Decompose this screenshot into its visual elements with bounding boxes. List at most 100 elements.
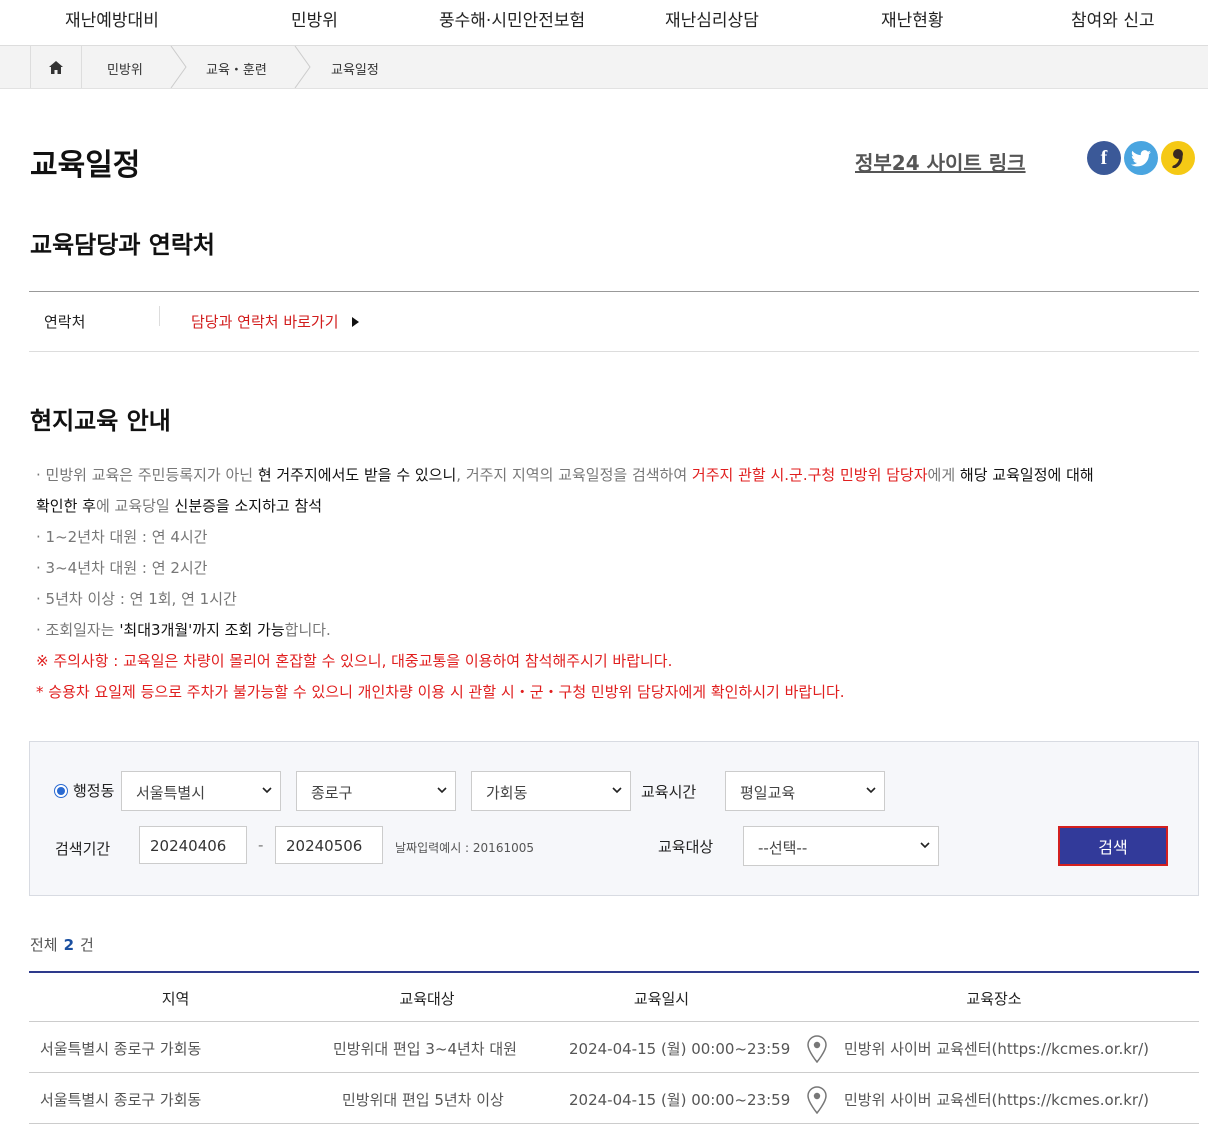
contact-section-heading: 교육담당과 연락처 [30,231,215,259]
breadcrumb-item-schedule: 교육일정 [331,63,379,78]
chevron-down-icon [920,842,930,849]
notice-text: · 조회일자는 [36,621,120,639]
notice-item-5: · 조회일자는 '최대3개월'까지 조회 가능합니다. [36,615,1186,646]
radio-label: 행정동 [73,782,115,800]
notice-highlight: 거주지 관할 시.군.구청 민방위 담당자 [691,466,928,484]
contact-label: 연락처 [44,313,86,331]
notice-text: 합니다. [284,621,331,639]
region-type-radio[interactable] [54,784,68,798]
contact-link-text: 담당과 연락처 바로가기 [191,313,339,331]
cell-region: 서울특별시 종로구 가회동 [40,1040,202,1058]
notice-item-1-cont: 확인한 후에 교육당일 신분증을 소지하고 참석 [36,491,1186,522]
search-button[interactable]: 검색 [1058,826,1168,866]
total-count: 2 [63,936,75,954]
target-value: --선택-- [758,839,808,857]
total-label: 전체 [30,936,58,954]
education-target-select[interactable]: --선택-- [743,826,939,866]
notice-text: 에 교육당일 [95,497,175,515]
chevron-down-icon [437,787,447,794]
contact-table: 연락처 담당과 연락처 바로가기 [29,291,1199,352]
twitter-share-button[interactable] [1124,141,1158,175]
gov24-link[interactable]: 정부24 사이트 링크 [855,147,1026,176]
top-navigation: 재난예방대비 민방위 풍수해·시민안전보험 재난심리상담 재난현황 참여와 신고 [0,0,1208,46]
date-to-input[interactable]: 20240506 [275,826,383,864]
header-target: 교육대상 [399,990,455,1008]
nav-item-disaster-prevention[interactable]: 재난예방대비 [65,6,159,31]
date-hint: 날짜입력예시 : 20161005 [395,841,534,855]
notice-emphasis: 현 거주지에서도 받을 수 있으니 [257,466,457,484]
notice-list: · 민방위 교육은 주민등록지가 아닌 현 거주지에서도 받을 수 있으니, 거… [36,460,1186,708]
cell-target: 민방위대 편입 5년차 이상 [342,1091,504,1109]
nav-item-disaster-counseling[interactable]: 재난심리상담 [665,6,759,31]
nav-item-disaster-status[interactable]: 재난현황 [881,6,944,31]
nav-item-civil-defense[interactable]: 민방위 [291,6,338,31]
notice-emphasis: '최대3개월'까지 조회 가능 [119,621,285,639]
date-separator: - [258,836,264,854]
notice-emphasis: 신분증을 소지하고 참석 [174,497,323,515]
target-label: 교육대상 [658,838,714,856]
breadcrumb-item-education[interactable]: 교육・훈련 [206,59,267,78]
notice-warning-2: * 승용차 요일제 등으로 주차가 불가능할 수 있으니 개인차량 이용 시 관… [36,683,845,701]
breadcrumb-separator-icon [170,46,187,88]
total-unit: 건 [80,936,94,954]
triangle-right-icon [352,317,360,327]
results-table: 지역 교육대상 교육일시 교육장소 서울특별시 종로구 가회동 민방위대 편입 … [29,971,1199,1124]
notice-item-2: · 1~2년차 대원 : 연 4시간 [36,528,208,546]
cell-datetime: 2024-04-15 (월) 00:00~23:59 [569,1040,791,1058]
notice-emphasis: 해당 교육일정 [959,466,1048,484]
period-label: 검색기간 [55,840,111,858]
chevron-down-icon [262,787,272,794]
dong-value: 가회동 [486,784,528,802]
date-from-input[interactable]: 20240406 [139,826,247,864]
education-time-select[interactable]: 평일교육 [725,771,885,811]
sigungu-value: 종로구 [311,784,353,802]
search-form: 행정동 서울특별시 종로구 가회동 교육시간 평일교육 검색기간 2024040… [29,741,1199,896]
result-count: 전체 2 건 [30,934,94,955]
kakaostory-share-button[interactable] [1161,141,1195,175]
kakaostory-icon [1172,149,1183,168]
table-row[interactable]: 서울특별시 종로구 가회동 민방위대 편입 5년차 이상 2024-04-15 … [29,1073,1199,1124]
notice-item-1: · 민방위 교육은 주민등록지가 아닌 현 거주지에서도 받을 수 있으니, 거… [36,460,1186,491]
notice-section-heading: 현지교육 안내 [30,407,171,435]
time-value: 평일교육 [740,784,796,802]
nav-item-storm-insurance[interactable]: 풍수해·시민안전보험 [439,6,585,31]
home-icon [49,60,63,74]
notice-item-4: · 5년차 이상 : 연 1회, 연 1시간 [36,590,237,608]
page-title: 교육일정 [30,148,141,183]
cell-region: 서울특별시 종로구 가회동 [40,1091,202,1109]
cell-place: 민방위 사이버 교육센터(https://kcmes.or.kr/) [844,1091,1150,1109]
cell-target: 민방위대 편입 3~4년차 대원 [333,1040,517,1058]
location-pin-icon [807,1035,827,1063]
chevron-down-icon [866,787,876,794]
notice-emphasis: 확인한 후 [36,497,96,515]
header-place: 교육장소 [966,990,1022,1008]
breadcrumb-home[interactable] [30,46,82,88]
table-header: 지역 교육대상 교육일시 교육장소 [29,973,1199,1022]
dong-select[interactable]: 가회동 [471,771,631,811]
divider [159,306,160,326]
facebook-icon: f [1100,146,1108,169]
notice-emphasis: 에 대해 [1047,466,1094,484]
cell-place: 민방위 사이버 교육센터(https://kcmes.or.kr/) [844,1040,1150,1058]
time-label: 교육시간 [641,783,697,801]
facebook-share-button[interactable]: f [1087,141,1121,175]
notice-text: , 거주지 지역의 교육일정을 검색하여 [456,466,692,484]
sido-select[interactable]: 서울특별시 [121,771,281,811]
contact-shortcut-link[interactable]: 담당과 연락처 바로가기 [191,311,360,332]
chevron-down-icon [612,787,622,794]
notice-item-3: · 3~4년차 대원 : 연 2시간 [36,559,208,577]
breadcrumb: 민방위 교육・훈련 교육일정 [0,46,1208,89]
breadcrumb-item-civil-defense[interactable]: 민방위 [107,59,143,78]
cell-datetime: 2024-04-15 (월) 00:00~23:59 [569,1091,791,1109]
table-row[interactable]: 서울특별시 종로구 가회동 민방위대 편입 3~4년차 대원 2024-04-1… [29,1022,1199,1073]
location-pin-icon [807,1086,827,1114]
notice-text: · 민방위 교육은 주민등록지가 아닌 [36,466,258,484]
twitter-icon [1131,149,1151,166]
header-datetime: 교육일시 [633,990,690,1008]
breadcrumb-separator-icon [294,46,311,88]
notice-text: 에게 [927,466,960,484]
notice-warning-1: ※ 주의사항 : 교육일은 차량이 몰리어 혼잡할 수 있으니, 대중교통을 이… [36,652,673,670]
sigungu-select[interactable]: 종로구 [296,771,456,811]
header-region: 지역 [161,990,190,1008]
nav-item-report[interactable]: 참여와 신고 [1071,6,1155,31]
